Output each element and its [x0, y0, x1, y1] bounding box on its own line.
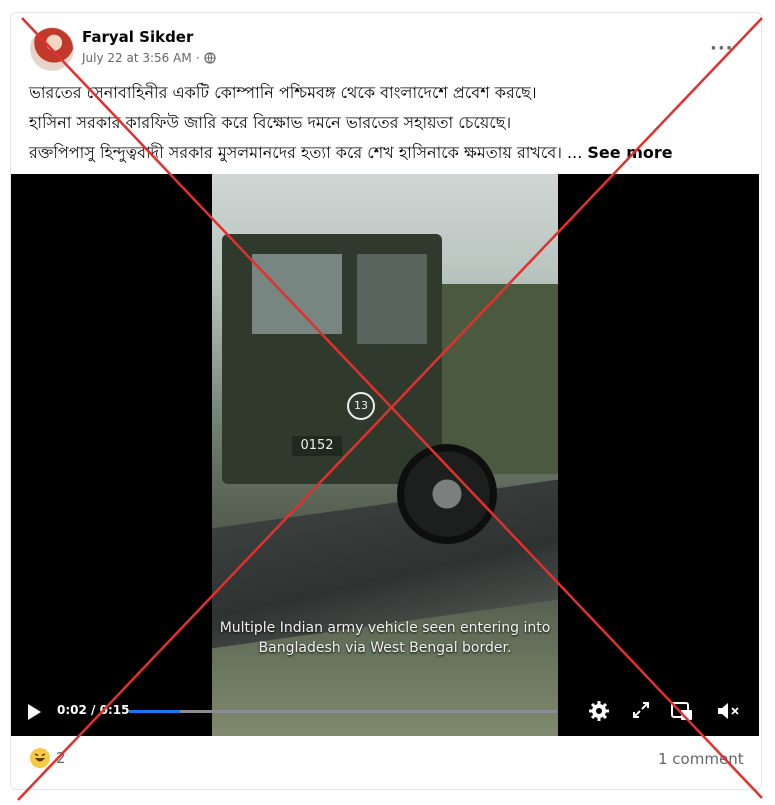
post-meta: July 22 at 3:56 AM · [82, 51, 216, 65]
post-timestamp[interactable]: July 22 at 3:56 AM [82, 51, 192, 65]
play-icon[interactable] [28, 704, 41, 720]
truck-wheel-shape [397, 444, 497, 544]
video-caption-line: Bangladesh via West Bengal border. [258, 640, 512, 656]
progress-bar[interactable] [129, 710, 557, 713]
video-time: 0:02 / 0:15 [57, 703, 129, 717]
post-text-line: হাসিনা সরকার কারফিউ জারি করে বিক্ষোভ দমন… [29, 113, 512, 132]
globe-icon [203, 52, 216, 64]
post-text: ভারতের সেনাবাহিনীর একটি কোম্পানি পশ্চিমব… [29, 78, 749, 168]
current-time: 0:02 [57, 703, 87, 717]
video-player[interactable]: 0152 13 Multiple Indian army vehicle see… [11, 174, 759, 736]
author-name[interactable]: Faryal Sikder [82, 28, 193, 46]
reaction-count: 2 [56, 749, 66, 767]
reactions-summary[interactable]: 2 [30, 748, 66, 768]
meta-separator: · [195, 51, 200, 65]
duration: 0:15 [99, 703, 130, 717]
see-more-link[interactable]: See more [587, 143, 672, 162]
video-caption: Multiple Indian army vehicle seen enteri… [212, 618, 558, 658]
comment-count[interactable]: 1 comment [658, 750, 744, 768]
pip-icon[interactable] [670, 700, 694, 722]
video-frame: 0152 13 Multiple Indian army vehicle see… [212, 174, 558, 736]
post-text-line: ভারতের সেনাবাহিনীর একটি কোম্পানি পশ্চিমব… [29, 83, 537, 102]
haha-reaction-icon [30, 748, 50, 768]
settings-icon[interactable] [588, 700, 610, 722]
video-caption-line: Multiple Indian army vehicle seen enteri… [219, 620, 551, 636]
post-text-line: রক্তপিপাসু হিন্দুত্ববাদী সরকার মুসলমানদে… [29, 138, 749, 168]
truck-badge: 13 [347, 392, 375, 420]
fullscreen-icon[interactable] [631, 700, 651, 720]
video-controls: 0:02 / 0:15 [11, 694, 759, 736]
volume-icon[interactable] [715, 700, 741, 722]
truck-side-window-shape [357, 254, 427, 344]
author-avatar[interactable] [30, 27, 74, 71]
time-separator: / [86, 703, 100, 717]
truck-plate: 0152 [292, 436, 342, 456]
progress-fill [129, 710, 181, 713]
more-icon[interactable]: ··· [710, 38, 734, 59]
truck-window-shape [252, 254, 342, 334]
post-text-line-3: রক্তপিপাসু হিন্দুত্ববাদী সরকার মুসলমানদে… [29, 143, 583, 162]
